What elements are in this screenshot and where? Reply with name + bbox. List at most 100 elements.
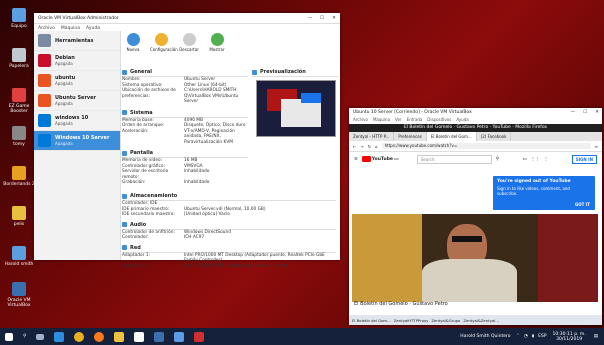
tab-preferences[interactable]: Preferences — [394, 132, 427, 141]
store-icon[interactable] — [134, 331, 145, 342]
tab-youtube[interactable]: El Boletín del Gom... — [426, 132, 477, 141]
guest-task-0[interactable]: El Boletín del Gom... — [352, 318, 391, 323]
apps-icon[interactable]: ⋮⋮ — [531, 157, 540, 162]
vm-running-window[interactable]: Ubuntu 10 Server [Corriendo] - Oracle VM… — [349, 108, 602, 325]
windows-start-icon[interactable] — [5, 332, 13, 341]
edge-icon[interactable] — [54, 331, 65, 342]
windows-taskbar: ⚲ Harold Smith Quintero ˄ ◔ ◖ ESP 10:30:… — [0, 328, 604, 345]
vm-window-titlebar[interactable]: Ubuntu 10 Server [Corriendo] - Oracle VM… — [349, 108, 602, 117]
desktop-icon[interactable]: Equipo — [0, 8, 38, 29]
vbox-titlebar[interactable]: Oracle VM VirtualBox Administrador — ☐ ✕ — [34, 13, 340, 24]
menu-icon[interactable]: ≡ — [595, 144, 598, 149]
tab-facebook[interactable]: (2) Facebook — [477, 132, 512, 141]
video-camera-icon[interactable]: ▭ — [523, 157, 527, 162]
minimize-icon[interactable]: — — [304, 16, 316, 21]
vm-item[interactable]: Ubuntu Server Apagada — [34, 91, 120, 111]
taskbar-user[interactable]: Harold Smith Quintero — [460, 334, 510, 339]
details-preview: Previsualización — [252, 67, 338, 140]
menu-ayuda[interactable]: Ayuda — [86, 26, 100, 31]
signed-out-tooltip: You're signed out of YouTube Sign in to … — [493, 176, 595, 210]
tools-label: Herramientas — [55, 37, 94, 44]
vm-item[interactable]: Windows 10 Server Apagada — [34, 131, 120, 151]
minimize-icon[interactable]: — — [571, 110, 576, 115]
search-input[interactable]: Search — [416, 154, 492, 164]
desktop-icon[interactable]: Oracle VM VirtualBox — [0, 282, 38, 308]
vm-menu-archivo[interactable]: Archivo — [353, 117, 368, 124]
vm-menu-ayuda[interactable]: Ayuda — [456, 117, 468, 124]
vm-state: Apagada — [55, 60, 73, 66]
vm-item[interactable]: Debian Apagada — [34, 51, 120, 71]
vm-menu-ver[interactable]: Ver — [395, 117, 402, 124]
vm-os-icon — [38, 134, 51, 147]
desktop-icon[interactable]: tomy — [0, 126, 38, 147]
firefox-icon[interactable] — [94, 331, 105, 342]
network-icon[interactable]: ◔ — [524, 334, 528, 339]
virtualbox-window[interactable]: Oracle VM VirtualBox Administrador — ☐ ✕… — [34, 13, 340, 269]
reload-icon[interactable]: ↻ — [368, 144, 371, 149]
detail-key: IDE secundario maestro: — [122, 212, 175, 217]
close-icon[interactable]: ✕ — [595, 110, 599, 115]
maximize-icon[interactable]: ☐ — [316, 16, 328, 21]
desktop-icon[interactable]: Papelera — [0, 48, 38, 69]
more-icon[interactable]: ⋮ — [544, 157, 549, 162]
desktop-shortcut-icon — [12, 166, 26, 180]
outlook-icon[interactable] — [174, 331, 185, 342]
tab-zentyal[interactable]: Zentyal - HTTP P... — [349, 132, 395, 141]
forward-icon[interactable]: → — [360, 144, 363, 149]
vm-item[interactable]: ubuntu Apagada — [34, 71, 120, 91]
storage-icon — [122, 193, 127, 199]
desktop-icon[interactable]: Borderlands 2 — [0, 166, 38, 187]
desktop-icon[interactable]: Harold smith — [0, 246, 38, 267]
section-almacenamiento-header[interactable]: Almacenamiento — [122, 191, 336, 201]
detail-row: IDE secundario maestro: [Unidad óptica] V… — [122, 212, 336, 218]
show-button[interactable]: Mostrar — [206, 33, 228, 52]
desktop-icon[interactable]: pelis — [0, 206, 38, 227]
app-icon[interactable] — [194, 331, 205, 342]
menu-archivo[interactable]: Archivo — [38, 26, 55, 31]
section-audio-header[interactable]: Audio — [122, 220, 336, 230]
new-button[interactable]: Nueva — [122, 33, 144, 52]
section-sistema-header[interactable]: Sistema — [122, 108, 248, 118]
search-icon[interactable]: ⚲ — [496, 157, 499, 162]
vm-menu-dispositivos[interactable]: Dispositivos — [427, 117, 451, 124]
task-view-icon[interactable] — [36, 333, 45, 340]
vm-menu-entrada[interactable]: Entrada — [407, 117, 423, 124]
hamburger-icon[interactable]: ≡ — [354, 157, 358, 162]
section-general-header[interactable]: General — [122, 67, 248, 77]
close-icon[interactable]: ✕ — [328, 16, 340, 21]
settings-button[interactable]: Configuración — [150, 33, 178, 52]
notification-icon[interactable]: ▤ — [594, 334, 598, 339]
menu-maquina[interactable]: Máquina — [61, 26, 80, 31]
section-pantalla-header[interactable]: Pantalla — [122, 148, 248, 158]
back-icon[interactable]: ← — [353, 144, 356, 149]
chrome-icon[interactable] — [74, 331, 85, 342]
language-indicator[interactable]: ESP — [538, 334, 546, 339]
section-red-header[interactable]: Red — [122, 243, 336, 253]
file-explorer-icon[interactable] — [114, 331, 125, 342]
vm-item[interactable]: windows 10 Apagada — [34, 111, 120, 131]
virtualbox-taskbar-icon[interactable] — [154, 331, 165, 342]
desktop-icon[interactable]: EZ Game Booster — [0, 88, 38, 114]
sign-in-button[interactable]: SIGN IN — [571, 154, 597, 164]
vm-menu-maquina[interactable]: Máquina — [373, 117, 390, 124]
new-icon — [126, 33, 140, 46]
chevron-up-icon[interactable]: ˄ — [517, 334, 519, 339]
youtube-logo[interactable]: YouTube CO — [361, 156, 399, 162]
tools-item[interactable]: Herramientas — [34, 31, 120, 51]
gear-icon — [154, 33, 168, 46]
preview-icon — [252, 69, 257, 75]
home-icon[interactable]: ⌂ — [375, 144, 378, 149]
guest-task-3[interactable]: Zentyal&Zentyal... — [463, 318, 499, 323]
url-field[interactable]: https://www.youtube.com/watch?v= — [381, 143, 591, 149]
video-player[interactable] — [352, 214, 598, 302]
vm-window-menubar: Archivo Máquina Ver Entrada Dispositivos… — [349, 117, 602, 124]
guest-task-2[interactable]: Zentyal&Grupo — [431, 318, 460, 323]
clock[interactable]: 10:30:11 p. m. 30/11/2019 — [553, 332, 586, 342]
volume-icon[interactable]: ◖ — [532, 334, 534, 339]
search-icon[interactable]: ⚲ — [23, 334, 26, 339]
got-it-button[interactable]: GOT IT — [575, 202, 590, 207]
discard-button[interactable]: Descartar — [178, 33, 200, 52]
maximize-icon[interactable]: ☐ — [583, 110, 587, 115]
section-preview-header[interactable]: Previsualización — [252, 67, 338, 77]
guest-task-1[interactable]: ZentyalHTTPProxy — [394, 318, 429, 323]
